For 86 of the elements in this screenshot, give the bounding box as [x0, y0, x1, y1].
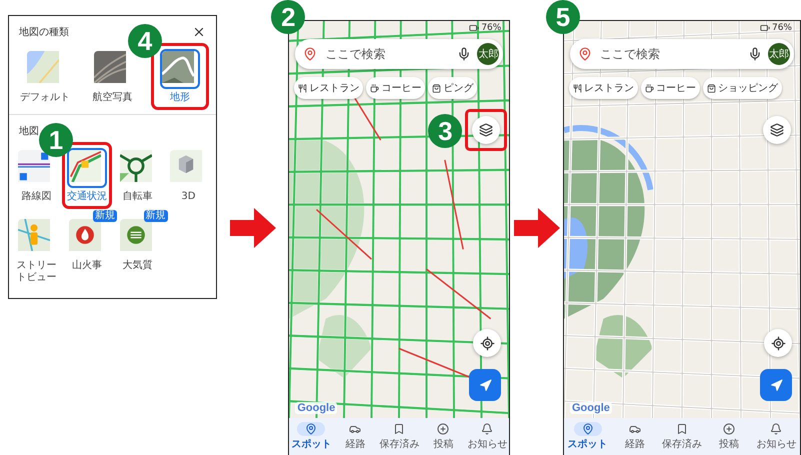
nav-tab[interactable]: 経路 [611, 418, 658, 455]
microphone-icon[interactable] [457, 47, 472, 61]
coffee-icon [370, 84, 380, 92]
option-label: 航空写真 [92, 92, 132, 104]
crosshair-icon [770, 336, 786, 350]
account-avatar[interactable]: 太郎 [477, 43, 500, 65]
bell-icon [770, 423, 782, 435]
battery-icon [760, 23, 770, 33]
car-icon [349, 423, 362, 435]
bookmark-icon [393, 423, 406, 435]
right-arrow-icon [514, 208, 560, 248]
map-type-thumbnail-icon [120, 150, 152, 182]
map-type-thumbnail-icon [94, 51, 126, 83]
bookmark-icon [676, 423, 688, 435]
directions-button[interactable] [760, 369, 792, 401]
layers-icon [479, 123, 494, 137]
map-type-thumbnail-icon [69, 150, 102, 182]
option-label: 3D [181, 191, 196, 203]
right-arrow-icon [230, 208, 276, 248]
nav-tab[interactable]: 経路 [333, 418, 378, 455]
account-avatar[interactable]: 太郎 [768, 43, 790, 65]
section-title: 地図 [19, 124, 39, 138]
navigation-arrow-icon [478, 378, 492, 392]
navigation-arrow-icon [770, 378, 782, 392]
map-pin-icon [582, 423, 594, 435]
nav-tab[interactable]: お知らせ [465, 418, 510, 455]
crosshair-icon [480, 336, 495, 350]
plus-icon [723, 423, 736, 435]
nav-tab[interactable]: 保存済み [658, 418, 706, 455]
option-label: 地形 [170, 92, 190, 104]
option-label: 自転車 [122, 191, 153, 203]
option-label: 交通状況 [67, 191, 108, 203]
map-type-thumbnail-icon [162, 51, 194, 83]
map-type-option[interactable] [67, 148, 108, 188]
map-logo: Google [570, 402, 612, 414]
battery-icon [469, 23, 480, 33]
map-type-option[interactable] [160, 49, 200, 89]
map-pin-icon [305, 423, 318, 435]
category-chip[interactable]: コーヒー [641, 77, 700, 99]
nav-tab[interactable]: 投稿 [706, 418, 753, 455]
coffee-icon [645, 84, 654, 92]
map-type-thumbnail-icon [69, 219, 102, 251]
map-type-thumbnail-icon [170, 150, 202, 182]
nav-tab[interactable]: お知らせ [752, 418, 800, 455]
plus-icon [437, 423, 450, 435]
shopping-icon [432, 84, 442, 92]
bell-icon [481, 423, 494, 435]
new-tag: 新規 [93, 210, 118, 222]
map-pin-icon [578, 47, 592, 61]
restaurant-icon [573, 84, 582, 92]
step-number-badge: 2 [271, 0, 306, 34]
car-icon [628, 423, 641, 435]
panel-title: 地図の種類 [19, 26, 69, 39]
layers-icon [770, 123, 784, 137]
battery-level: 76% [772, 23, 792, 33]
step-number-badge: 4 [128, 24, 162, 58]
option-label: デフォルト [20, 92, 70, 104]
category-chip[interactable]: レストラン [294, 77, 364, 99]
map-pin-icon [303, 47, 318, 61]
step-number-badge: 1 [39, 123, 74, 157]
microphone-icon[interactable] [748, 47, 762, 61]
category-chip[interactable]: コーヒー [366, 77, 426, 99]
map-type-thumbnail-icon [26, 51, 59, 83]
option-label: 大気質 [122, 260, 153, 272]
map-logo: Google [295, 402, 338, 414]
battery-level: 76% [481, 23, 502, 33]
option-label: 山火事 [72, 260, 102, 272]
nav-tab[interactable]: 保存済み [377, 418, 422, 455]
nav-tab[interactable]: スポット [564, 418, 612, 455]
nav-tab[interactable]: スポット [289, 418, 334, 455]
option-label: 路線図 [21, 191, 52, 203]
map-type-thumbnail-icon [120, 219, 152, 251]
directions-button[interactable] [469, 369, 502, 401]
map-type-thumbnail-icon [18, 219, 50, 251]
option-label: ストリートビュー [15, 260, 58, 284]
search-field[interactable]: ここで検索 太郎 [295, 39, 504, 69]
search-field[interactable]: ここで検索 太郎 [570, 39, 794, 69]
shopping-icon [707, 84, 716, 92]
step-number-badge: 5 [546, 0, 580, 34]
nav-tab[interactable]: 投稿 [421, 418, 466, 455]
restaurant-icon [298, 84, 308, 92]
map-type-thumbnail-icon [18, 150, 50, 182]
category-chip[interactable]: ピング [428, 77, 478, 99]
category-chip[interactable]: ショッピング [703, 77, 782, 99]
new-tag: 新規 [144, 210, 168, 222]
category-chip[interactable]: レストラン [569, 77, 638, 99]
